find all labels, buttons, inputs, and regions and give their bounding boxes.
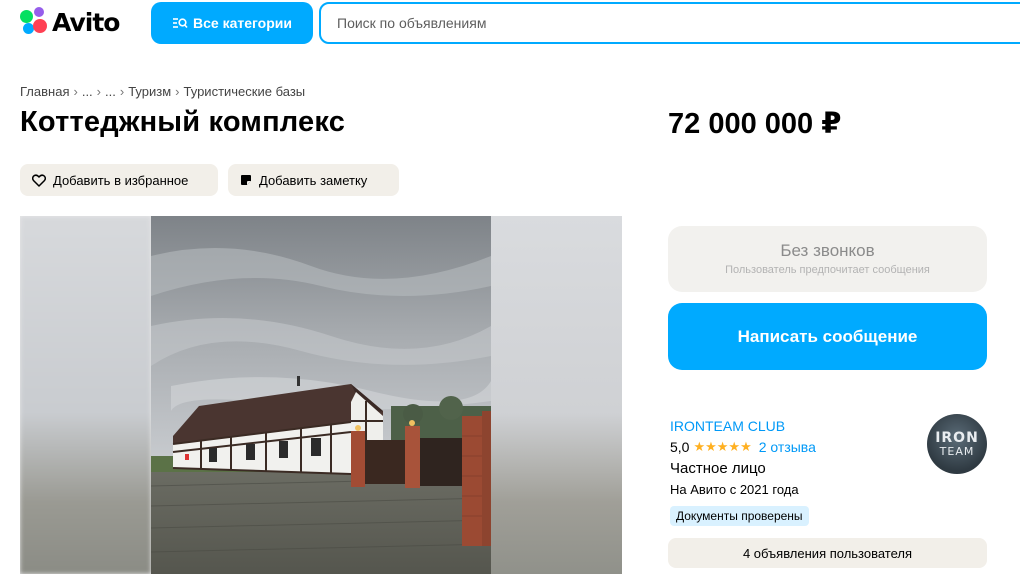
all-categories-button[interactable]: Все категории [151,2,313,44]
seller-avatar[interactable]: IRON TEAM [927,414,987,474]
add-note-button[interactable]: Добавить заметку [228,164,399,196]
avatar-line-2: TEAM [939,444,975,458]
rating-value: 5,0 [670,439,690,455]
seller-type: Частное лицо [670,460,766,477]
breadcrumb: Главная › ... › ... › Туризм › Туристиче… [20,84,305,99]
logo-text: Avito [52,7,120,37]
breadcrumb-separator: › [175,84,180,99]
no-calls-title: Без звонков [780,241,875,260]
seller-since: На Авито с 2021 года [670,482,799,497]
reviews-link[interactable]: 2 отзыва [759,439,816,455]
documents-verified-badge: Документы проверены [670,506,809,526]
no-calls-notice[interactable]: Без звонков Пользователь предпочитает со… [668,226,987,292]
breadcrumb-item-tourism[interactable]: Туризм [128,84,171,99]
user-ads-button[interactable]: 4 объявления пользователя [668,538,987,568]
photo-gallery[interactable] [20,216,622,574]
add-to-favorites-button[interactable]: Добавить в избранное [20,164,218,196]
main-listing-photo[interactable] [151,216,491,574]
breadcrumb-separator: › [73,84,78,99]
categories-search-icon [172,16,188,30]
breadcrumb-separator: › [119,84,125,99]
seller-rating: 5,0 ★★★★★ 2 отзыва [670,439,816,455]
gallery-blur-right [491,216,622,574]
add-note-label: Добавить заметку [259,172,368,188]
avatar-line-1: IRON [935,429,979,446]
gallery-blur-left [20,216,151,574]
page-title: Коттеджный комплекс [20,106,346,138]
all-categories-label: Все категории [193,15,292,31]
heart-icon [32,173,46,187]
breadcrumb-item-3[interactable]: ... [105,84,116,99]
note-icon [240,174,252,186]
add-to-favorites-label: Добавить в избранное [53,172,189,188]
breadcrumb-item-home[interactable]: Главная [20,84,69,99]
rating-stars-icon: ★★★★★ [693,439,752,454]
breadcrumb-item-2[interactable]: ... [82,84,93,99]
search-input[interactable] [319,2,1020,44]
no-calls-subtitle: Пользователь предпочитает сообщения [725,264,930,276]
breadcrumb-separator: › [96,84,102,99]
write-message-button[interactable]: Написать сообщение [668,303,987,370]
price: 72 000 000 ₽ [668,108,842,140]
breadcrumb-item-tourist-bases[interactable]: Туристические базы [184,84,306,99]
seller-name-link[interactable]: IRONTEAM CLUB [670,418,785,434]
logo-dots-icon [20,7,50,37]
avito-logo[interactable]: Avito [20,5,120,39]
